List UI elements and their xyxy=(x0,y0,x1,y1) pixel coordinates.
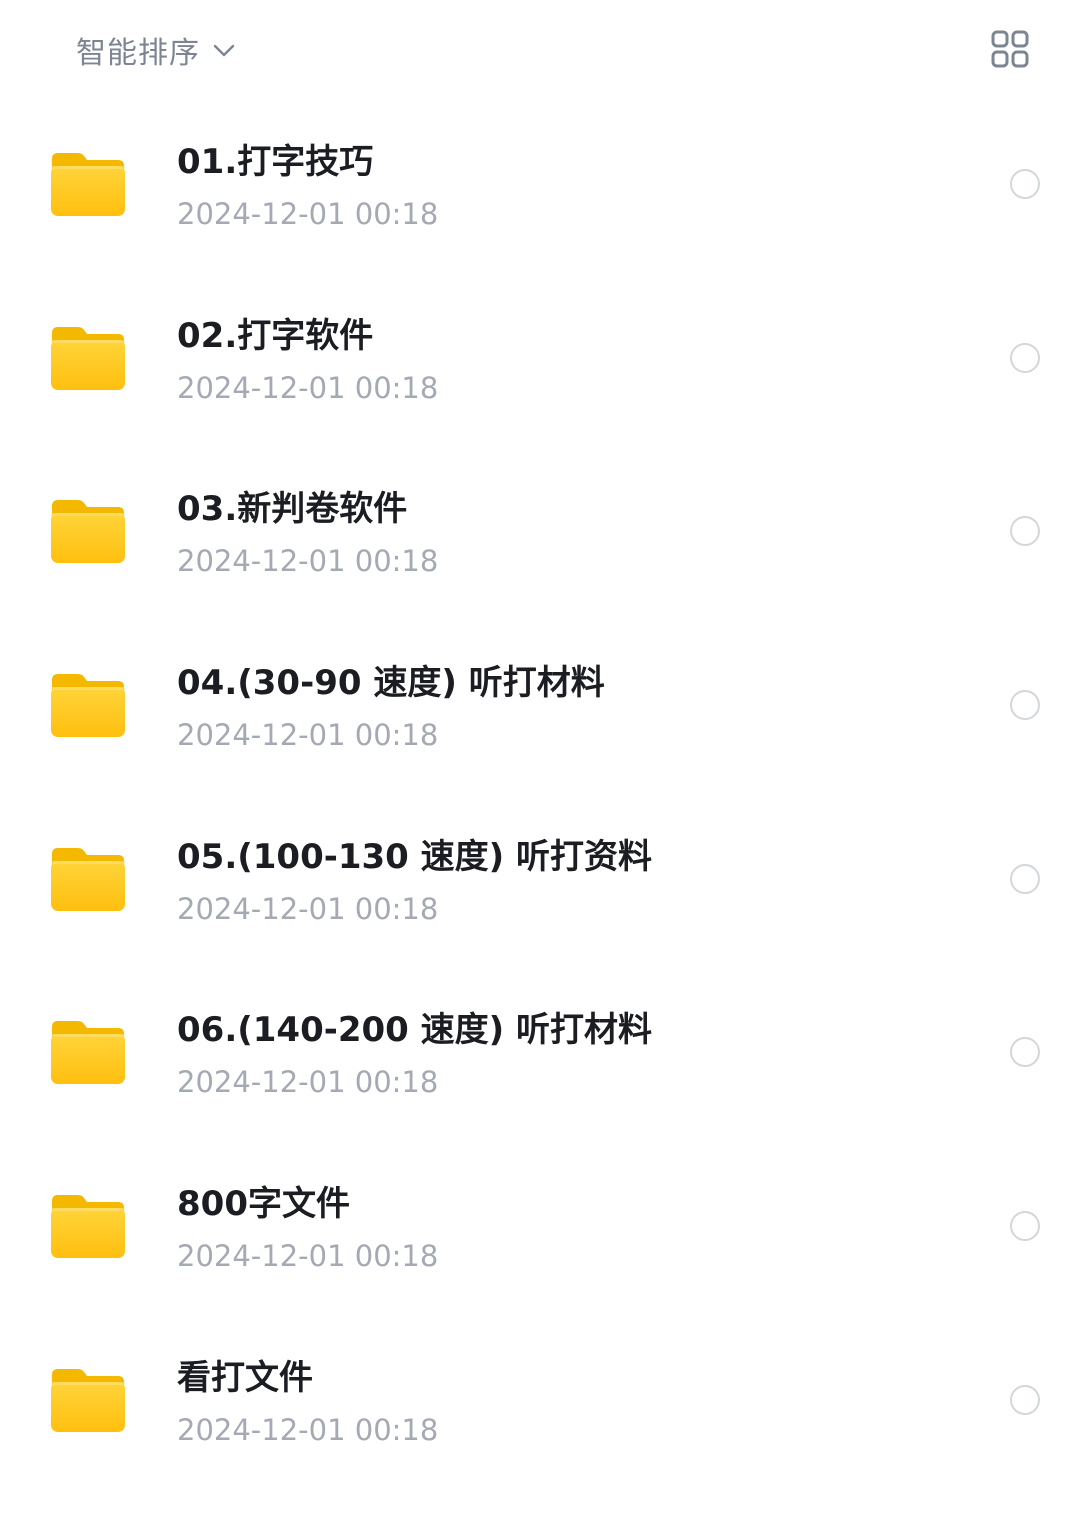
folder-icon xyxy=(50,670,126,738)
chevron-down-icon xyxy=(212,38,236,62)
select-checkbox[interactable] xyxy=(1010,1384,1040,1415)
grid-view-icon[interactable] xyxy=(990,29,1030,69)
file-date: 2024-12-01 00:18 xyxy=(177,1412,439,1447)
file-row[interactable]: 04.(30-90 速度) 听打材料 2024-12-01 00:18 xyxy=(0,618,1080,792)
folder-icon xyxy=(50,149,126,217)
file-row[interactable]: 05.(100-130 速度) 听打资料 2024-12-01 00:18 xyxy=(0,792,1080,966)
file-name: 800字文件 xyxy=(177,1184,350,1225)
select-checkbox[interactable] xyxy=(1010,342,1040,373)
select-checkbox[interactable] xyxy=(1010,690,1040,721)
folder-icon xyxy=(50,1017,126,1085)
folder-icon xyxy=(50,844,126,912)
file-row[interactable]: 看打文件 2024-12-01 00:18 xyxy=(0,1313,1080,1487)
folder-icon xyxy=(50,323,126,391)
file-name: 06.(140-200 速度) 听打材料 xyxy=(177,1010,653,1051)
file-name: 05.(100-130 速度) 听打资料 xyxy=(177,836,653,877)
file-name: 04.(30-90 速度) 听打材料 xyxy=(177,663,605,704)
file-date: 2024-12-01 00:18 xyxy=(177,197,439,231)
folder-icon xyxy=(50,1365,126,1433)
file-date: 2024-12-01 00:18 xyxy=(177,718,439,753)
select-checkbox[interactable] xyxy=(1010,169,1040,199)
folder-icon xyxy=(50,1191,126,1259)
file-list: 01.打字技巧 2024-12-01 00:18 02.打字软件 2024-12… xyxy=(0,97,1080,1487)
file-name: 03.新判卷软件 xyxy=(177,489,408,530)
file-date: 2024-12-01 00:18 xyxy=(177,370,439,405)
folder-icon xyxy=(50,496,126,564)
select-checkbox[interactable] xyxy=(1010,863,1040,894)
file-date: 2024-12-01 00:18 xyxy=(177,544,439,579)
file-name: 看打文件 xyxy=(177,1357,313,1398)
file-name: 02.打字软件 xyxy=(177,315,374,356)
file-row[interactable]: 02.打字软件 2024-12-01 00:18 xyxy=(0,271,1080,445)
toolbar: 智能排序 xyxy=(0,0,1080,100)
select-checkbox[interactable] xyxy=(1010,1211,1040,1242)
sort-dropdown[interactable]: 智能排序 xyxy=(76,28,236,72)
file-row[interactable]: 03.新判卷软件 2024-12-01 00:18 xyxy=(0,444,1080,618)
file-date: 2024-12-01 00:18 xyxy=(177,1065,439,1100)
file-date: 2024-12-01 00:18 xyxy=(177,891,439,926)
sort-label: 智能排序 xyxy=(76,36,200,71)
file-row[interactable]: 800字文件 2024-12-01 00:18 xyxy=(0,1139,1080,1313)
file-row[interactable]: 01.打字技巧 2024-12-01 00:18 xyxy=(0,97,1080,271)
select-checkbox[interactable] xyxy=(1010,516,1040,547)
select-checkbox[interactable] xyxy=(1010,1037,1040,1068)
file-date: 2024-12-01 00:18 xyxy=(177,1239,439,1274)
file-name: 01.打字技巧 xyxy=(177,142,374,182)
file-row[interactable]: 06.(140-200 速度) 听打材料 2024-12-01 00:18 xyxy=(0,965,1080,1139)
